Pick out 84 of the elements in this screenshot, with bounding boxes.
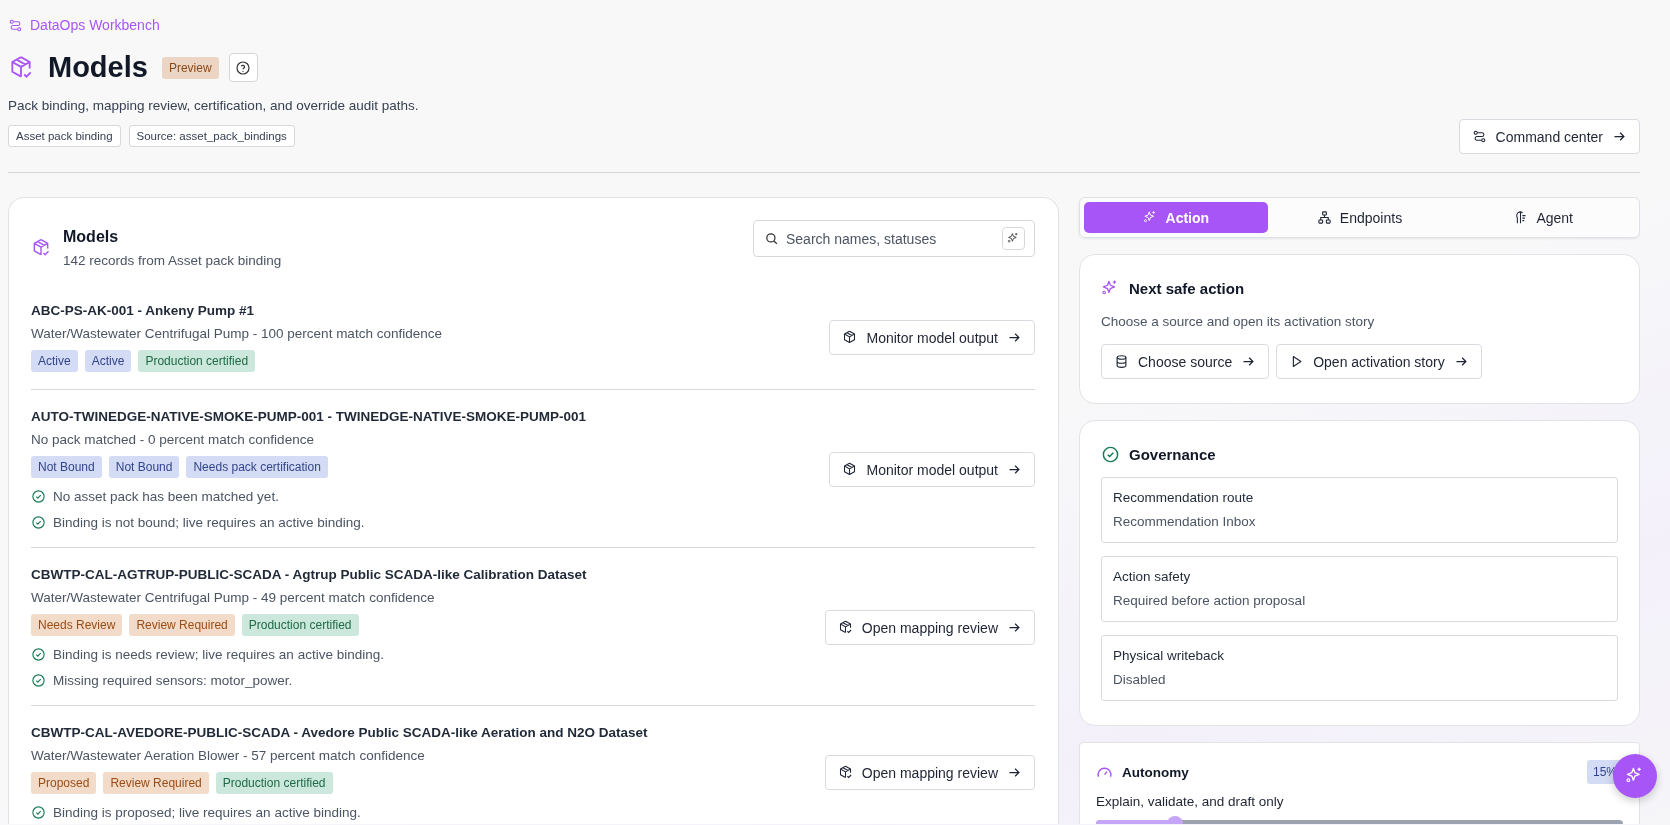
- review-button[interactable]: Open mapping review: [824, 755, 1035, 790]
- package-icon: [31, 238, 51, 258]
- arrow-icon: [1007, 330, 1022, 345]
- database-icon: [1114, 354, 1129, 369]
- status-tag: Production certified: [241, 614, 359, 636]
- check-circle-icon: [31, 647, 46, 662]
- arrow-icon: [1007, 462, 1022, 477]
- page-description: Pack binding, mapping review, certification, and override audit paths.: [8, 98, 420, 113]
- check-circle-icon: [31, 515, 46, 530]
- note-text: Binding is needs review; live requires an active binding.: [53, 647, 384, 662]
- card-title: Governance: [1129, 446, 1216, 463]
- model-subtitle: Water/Wastewater Centrifugal Pump - 100 percent match confidence: [31, 326, 442, 341]
- model-title[interactable]: CBWTP-CAL-AGTRUP-PUBLIC-SCADA - Agtrup Public SCADA-like Calibration Dataset: [31, 567, 587, 582]
- status-tag: Active: [31, 350, 78, 372]
- sparkle-icon: [1142, 210, 1158, 225]
- info-tag: Asset pack binding: [8, 125, 121, 147]
- note-text: No asset pack has been matched yet.: [53, 489, 279, 504]
- preview-badge: Preview: [161, 56, 219, 79]
- box-icon: [842, 330, 858, 345]
- box-icon: [842, 462, 858, 477]
- route-icon: [1471, 129, 1487, 144]
- check-circle-icon: [31, 489, 46, 504]
- page-title: Models: [48, 51, 148, 84]
- autonomy-text: Explain, validate, and draft only: [1096, 794, 1285, 809]
- review-button[interactable]: Open mapping review: [824, 610, 1035, 645]
- card-title: Next safe action: [1129, 280, 1245, 297]
- box-icon: [837, 765, 853, 780]
- help-button[interactable]: [228, 53, 258, 82]
- tab[interactable]: Agent: [1451, 202, 1635, 233]
- status-tag: Needs Review: [31, 614, 123, 636]
- card-text: Choose a source and open its activation story: [1101, 314, 1376, 329]
- arrow-icon: [1241, 354, 1257, 369]
- model-subtitle: No pack matched - 0 percent match confidence: [31, 432, 315, 447]
- head-icon: [1513, 210, 1529, 225]
- check-circle-icon: [1101, 445, 1120, 464]
- source-button[interactable]: Choose source: [1101, 344, 1270, 379]
- status-tag: Proposed: [31, 772, 97, 794]
- status-tag: Active: [84, 350, 132, 372]
- tab[interactable]: Endpoints: [1267, 202, 1452, 233]
- info-tag: Source: asset_pack_bindings: [128, 125, 295, 147]
- package-icon: [8, 54, 34, 81]
- note-text: Binding is not bound; live requires an active binding.: [53, 515, 365, 530]
- model-title[interactable]: ABC-PS-AK-001 - Ankeny Pump #1: [31, 303, 442, 318]
- status-tag: Production certified: [215, 772, 333, 794]
- status-tag: Review Required: [129, 614, 235, 636]
- status-tag: Review Required: [103, 772, 209, 794]
- monitor-button[interactable]: Monitor model output: [829, 452, 1035, 487]
- command-center-button[interactable]: Command center: [1458, 119, 1640, 154]
- record-count: 142 records from Asset pack binding: [63, 253, 282, 268]
- search-field[interactable]: Search names, statuses: [753, 220, 1035, 257]
- item-value: Recommendation Inbox: [1113, 514, 1257, 529]
- status-tag: Production certified: [138, 350, 256, 372]
- card-title: Autonomy: [1122, 764, 1189, 780]
- network-icon: [1316, 210, 1332, 225]
- breadcrumb[interactable]: DataOps Workbench: [30, 17, 160, 33]
- item-label: Physical writeback: [1113, 648, 1226, 663]
- ai-assist-button[interactable]: [1002, 227, 1025, 250]
- status-tag: Needs pack certification: [186, 456, 328, 478]
- box-icon: [837, 620, 853, 635]
- item-value: Required before action proposal: [1113, 593, 1307, 608]
- item-value: Disabled: [1113, 672, 1167, 687]
- check-circle-icon: [31, 673, 46, 688]
- status-tag: Not Bound: [31, 456, 102, 478]
- monitor-button[interactable]: Monitor model output: [829, 320, 1035, 355]
- card-title: Models: [63, 228, 120, 246]
- model-title[interactable]: AUTO-TWINEDGE-NATIVE-SMOKE-PUMP-001 - TWINEDGE-NATIVE-SMOKE-PUMP-001: [31, 409, 587, 424]
- arrow-icon: [1007, 620, 1022, 635]
- assistant-button[interactable]: [1613, 754, 1657, 798]
- item-label: Recommendation route: [1113, 490, 1255, 505]
- check-circle-icon: [31, 805, 46, 820]
- route-icon: [8, 17, 23, 33]
- item-label: Action safety: [1113, 569, 1192, 584]
- model-subtitle: Water/Wastewater Centrifugal Pump - 49 percent match confidence: [31, 590, 436, 605]
- note-text: Binding is proposed; live requires an active binding.: [53, 805, 361, 820]
- note-text: Missing required sensors: motor_power.: [53, 673, 293, 688]
- model-subtitle: Water/Wastewater Aeration Blower - 57 percent match confidence: [31, 748, 426, 763]
- sparkle-icon: [1007, 232, 1020, 245]
- status-tag: Not Bound: [108, 456, 180, 478]
- tab[interactable]: Action: [1084, 202, 1268, 233]
- arrow-icon: [1007, 765, 1022, 780]
- model-title[interactable]: CBWTP-CAL-AVEDORE-PUBLIC-SCADA - Avedore Public SCADA-like Aeration and N2O Dataset: [31, 725, 648, 740]
- help-icon: [235, 59, 252, 76]
- story-button[interactable]: Open activation story: [1276, 344, 1482, 379]
- arrow-icon: [1612, 129, 1627, 144]
